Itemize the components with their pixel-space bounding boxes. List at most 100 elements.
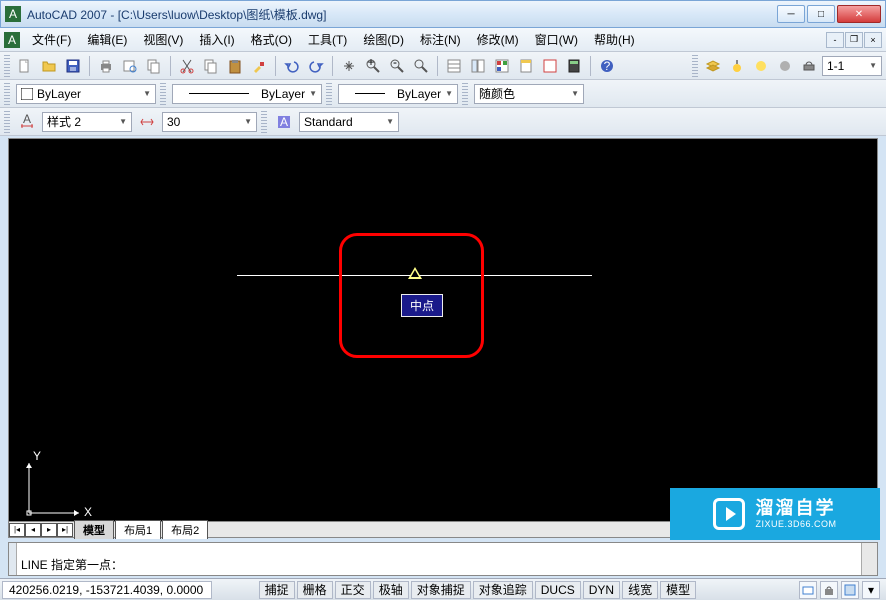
save-button[interactable]	[62, 55, 84, 77]
layer-color-button[interactable]	[798, 55, 820, 77]
comm-center-icon[interactable]	[799, 581, 817, 599]
menu-view[interactable]: 视图(V)	[135, 27, 191, 52]
dim-linear-button[interactable]	[136, 111, 158, 133]
match-properties-button[interactable]	[248, 55, 270, 77]
standard-toolbar: + - ? 1-1 ▼	[0, 52, 886, 80]
textstyle-dropdown[interactable]: Standard ▼	[299, 112, 399, 132]
properties-button[interactable]	[443, 55, 465, 77]
tab-next-button[interactable]: ▸	[41, 523, 57, 537]
tab-prev-button[interactable]: ◂	[25, 523, 41, 537]
text-height-dropdown[interactable]: 30 ▼	[162, 112, 257, 132]
ucs-y-label: Y	[33, 449, 41, 463]
plot-preview-button[interactable]	[119, 55, 141, 77]
lwt-toggle[interactable]: 线宽	[622, 581, 658, 599]
coordinates-display[interactable]: 420256.0219, -153721.4039, 0.0000	[2, 581, 212, 599]
undo-button[interactable]	[281, 55, 303, 77]
new-button[interactable]	[14, 55, 36, 77]
textstyle-button[interactable]: A	[273, 111, 295, 133]
grid-toggle[interactable]: 栅格	[297, 581, 333, 599]
tab-last-button[interactable]: ▸|	[57, 523, 73, 537]
tool-palettes-button[interactable]	[491, 55, 513, 77]
menu-draw[interactable]: 绘图(D)	[355, 27, 412, 52]
menu-file[interactable]: 文件(F)	[24, 27, 79, 52]
menu-help[interactable]: 帮助(H)	[586, 27, 643, 52]
zoom-previous-button[interactable]	[410, 55, 432, 77]
dyn-toggle[interactable]: DYN	[583, 581, 620, 599]
markup-button[interactable]	[539, 55, 561, 77]
toolbar-handle[interactable]	[462, 83, 468, 105]
text-height-value: 30	[167, 115, 180, 129]
close-button[interactable]: ✕	[837, 5, 881, 23]
menu-insert[interactable]: 插入(I)	[191, 27, 242, 52]
toolbar-handle[interactable]	[261, 111, 267, 133]
tab-model[interactable]: 模型	[74, 520, 114, 539]
publish-button[interactable]	[143, 55, 165, 77]
linetype-dropdown[interactable]: ByLayer ▼	[172, 84, 322, 104]
menu-edit[interactable]: 编辑(E)	[79, 27, 135, 52]
tab-layout2[interactable]: 布局2	[162, 520, 208, 539]
doc-close-button[interactable]: ×	[864, 32, 882, 48]
plotstyle-value: 随颜色	[479, 85, 515, 102]
toolbar-handle[interactable]	[326, 83, 332, 105]
open-button[interactable]	[38, 55, 60, 77]
layer-lock-button[interactable]	[774, 55, 796, 77]
polar-toggle[interactable]: 极轴	[373, 581, 409, 599]
color-dropdown[interactable]: ByLayer ▼	[16, 84, 156, 104]
status-tray-icon[interactable]: ▾	[862, 581, 880, 599]
otrack-toggle[interactable]: 对象追踪	[473, 581, 533, 599]
dimstyle-dropdown[interactable]: 样式 2 ▼	[42, 112, 132, 132]
copy-button[interactable]	[200, 55, 222, 77]
sheet-set-button[interactable]	[515, 55, 537, 77]
command-handle[interactable]	[9, 543, 17, 575]
command-line[interactable]: LINE 指定第一点：	[8, 542, 878, 576]
chevron-down-icon: ▼	[567, 89, 579, 98]
zoom-realtime-button[interactable]: +	[362, 55, 384, 77]
toolbar-handle[interactable]	[4, 111, 10, 133]
doc-minimize-button[interactable]: -	[826, 32, 844, 48]
snap-toggle[interactable]: 捕捉	[259, 581, 295, 599]
tab-layout1[interactable]: 布局1	[115, 520, 161, 539]
clean-screen-icon[interactable]	[841, 581, 859, 599]
maximize-button[interactable]: □	[807, 5, 835, 23]
menu-tools[interactable]: 工具(T)	[300, 27, 355, 52]
layer-state-button[interactable]	[702, 55, 724, 77]
menu-format[interactable]: 格式(O)	[243, 27, 300, 52]
model-toggle[interactable]: 模型	[660, 581, 696, 599]
plotstyle-dropdown[interactable]: 随颜色 ▼	[474, 84, 584, 104]
doc-restore-button[interactable]: ❐	[845, 32, 863, 48]
toolbar-handle[interactable]	[4, 55, 10, 77]
dimstyle-button[interactable]: A	[16, 111, 38, 133]
toolbar-handle[interactable]	[160, 83, 166, 105]
osnap-toggle[interactable]: 对象捕捉	[411, 581, 471, 599]
tab-first-button[interactable]: |◂	[9, 523, 25, 537]
toolbar-handle[interactable]	[4, 83, 10, 105]
command-scrollbar[interactable]	[861, 543, 877, 575]
layer-freeze-button[interactable]	[750, 55, 772, 77]
properties-toolbar: ByLayer ▼ ByLayer ▼ ByLayer ▼ 随颜色 ▼	[0, 80, 886, 108]
ducs-toggle[interactable]: DUCS	[535, 581, 581, 599]
print-button[interactable]	[95, 55, 117, 77]
minimize-button[interactable]: ─	[777, 5, 805, 23]
cut-button[interactable]	[176, 55, 198, 77]
zoom-window-button[interactable]: -	[386, 55, 408, 77]
textstyle-value: Standard	[304, 115, 353, 129]
menu-modify[interactable]: 修改(M)	[469, 27, 527, 52]
chevron-down-icon: ▼	[115, 117, 127, 126]
annotation-scale-dropdown[interactable]: 1-1 ▼	[822, 56, 882, 76]
paste-button[interactable]	[224, 55, 246, 77]
redo-button[interactable]	[305, 55, 327, 77]
drawing-area[interactable]: 中点 X Y |◂ ◂ ▸ ▸| 模型 布局1 布局2	[8, 138, 878, 538]
quickcalc-button[interactable]	[563, 55, 585, 77]
menu-dimension[interactable]: 标注(N)	[412, 27, 469, 52]
menu-window[interactable]: 窗口(W)	[527, 27, 586, 52]
design-center-button[interactable]	[467, 55, 489, 77]
layers-toolbar-handle[interactable]	[692, 55, 698, 77]
ortho-toggle[interactable]: 正交	[335, 581, 371, 599]
lock-ui-icon[interactable]	[820, 581, 838, 599]
layer-on-button[interactable]	[726, 55, 748, 77]
status-bar: 420256.0219, -153721.4039, 0.0000 捕捉 栅格 …	[0, 578, 886, 600]
pan-button[interactable]	[338, 55, 360, 77]
watermark-title: 溜溜自学	[755, 498, 836, 520]
help-button[interactable]: ?	[596, 55, 618, 77]
lineweight-dropdown[interactable]: ByLayer ▼	[338, 84, 458, 104]
